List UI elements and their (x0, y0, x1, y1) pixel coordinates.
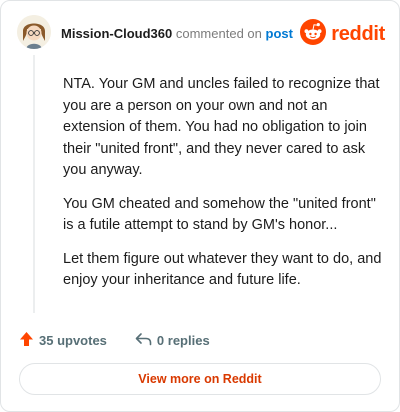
byline: Mission-Cloud360 commented on post (61, 26, 293, 41)
reply-count: 0 replies (156, 333, 210, 348)
commented-on-text: commented on (175, 26, 262, 41)
embedded-comment-card: Mission-Cloud360 commented on post reddi… (0, 0, 400, 412)
upvote-arrow-icon (19, 331, 34, 350)
post-link[interactable]: post (266, 26, 293, 41)
upvote-count: 35 upvotes (39, 333, 107, 348)
comment-body: NTA. Your GM and uncles failed to recogn… (63, 74, 385, 304)
username-link[interactable]: Mission-Cloud360 (61, 26, 172, 41)
view-more-button[interactable]: View more on Reddit (19, 363, 381, 395)
reply-arrow-icon (135, 332, 152, 349)
thread-line (33, 55, 35, 313)
reddit-brand[interactable]: reddit (300, 19, 385, 50)
comment-header: Mission-Cloud360 commented on post reddi… (17, 15, 385, 53)
avatar[interactable] (17, 15, 51, 49)
comment-paragraph: Let them figure out whatever they want t… (63, 250, 382, 289)
replies-button[interactable]: 0 replies (135, 332, 210, 349)
comment-paragraph: NTA. Your GM and uncles failed to recogn… (63, 76, 380, 178)
reddit-wordmark: reddit (331, 23, 385, 45)
comment-actions: 35 upvotes 0 replies (19, 331, 210, 350)
comment-paragraph: You GM cheated and somehow the "united f… (63, 195, 376, 234)
reddit-logo-icon (300, 19, 327, 50)
upvote-button[interactable]: 35 upvotes (19, 331, 107, 350)
